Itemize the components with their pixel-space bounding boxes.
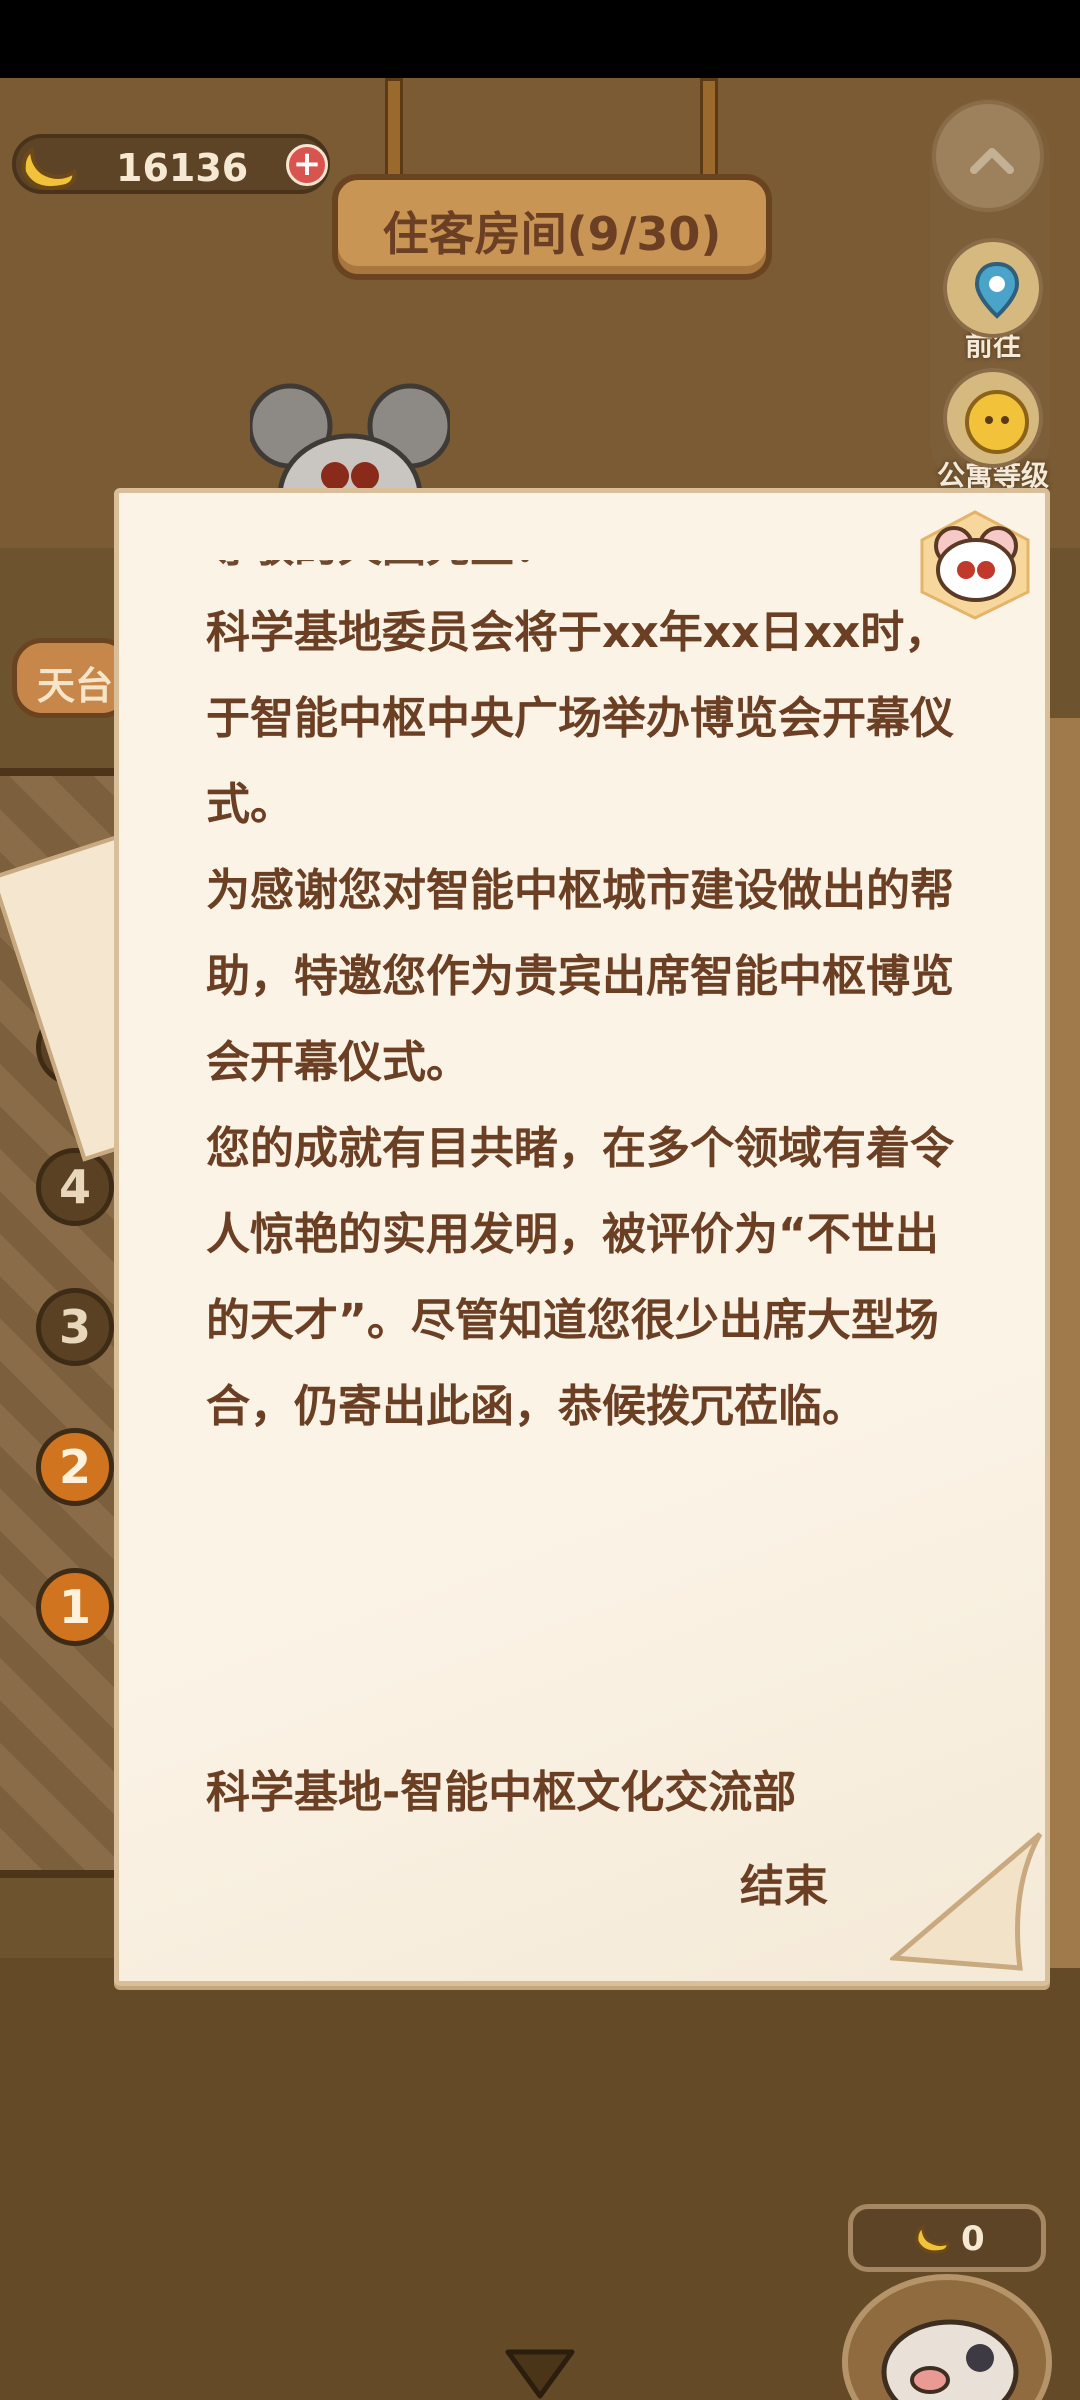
letter-paragraph: 为感谢您对智能中枢城市建设做出的帮助，特邀您作为贵宾出席智能中枢博览会开幕仪式。 [206,865,954,1088]
letter-signature: 科学基地-智能中枢文化交流部 [206,1767,797,1818]
chevron-down-icon[interactable] [500,2344,580,2400]
banana-icon [915,2224,950,2254]
reward-value: 0 [961,2219,985,2259]
banana-icon [21,146,77,191]
pig-icon [881,2319,1019,2400]
letter-paragraph: 您的成就有目共睹，在多个领域有着令人惊艳的实用发明，被评价为“不世出的天才”。尽… [206,1123,954,1432]
banana-count: 16136 [116,146,249,190]
room-title-board: 住客房间(9/30) [332,174,772,280]
reward-bubble: 0 [848,2204,1046,2272]
collapse-up-button[interactable] [932,100,1044,212]
map-pin-icon [943,238,1043,338]
apartment-level-button[interactable]: 公寓等级 [928,368,1058,494]
letter-greeting-partial: 尊敬的天因先生： [206,560,976,590]
letter-body: 尊敬的天因先生： 科学基地委员会将于xx年xx日xx时，于智能中枢中央广场举办博… [206,560,976,1450]
letter-paragraph: 科学基地委员会将于xx年xx日xx时，于智能中枢中央广场举办博览会开幕仪式。 [206,607,954,830]
letter-closing[interactable]: 结束 [740,1850,828,1914]
rooftop-tab-label: 天台 [37,664,114,708]
add-banana-button[interactable]: + [286,144,328,186]
room-title: 住客房间(9/30) [382,207,722,261]
level-badge-icon [943,368,1043,468]
floor-4-button[interactable]: 4 [36,1148,114,1226]
page-curl [890,1832,1043,1971]
chevron-up-icon [970,148,1014,174]
floor-1-button[interactable]: 1 [36,1568,114,1646]
floor-2-button[interactable]: 2 [36,1428,114,1506]
banana-currency-bar: 16136 + [12,134,330,194]
goto-button[interactable]: 前往 [928,238,1058,364]
floor-3-button[interactable]: 3 [36,1288,114,1366]
status-bar [0,0,1080,78]
letter-greeting-text: 尊敬的天因先生： [206,560,976,590]
